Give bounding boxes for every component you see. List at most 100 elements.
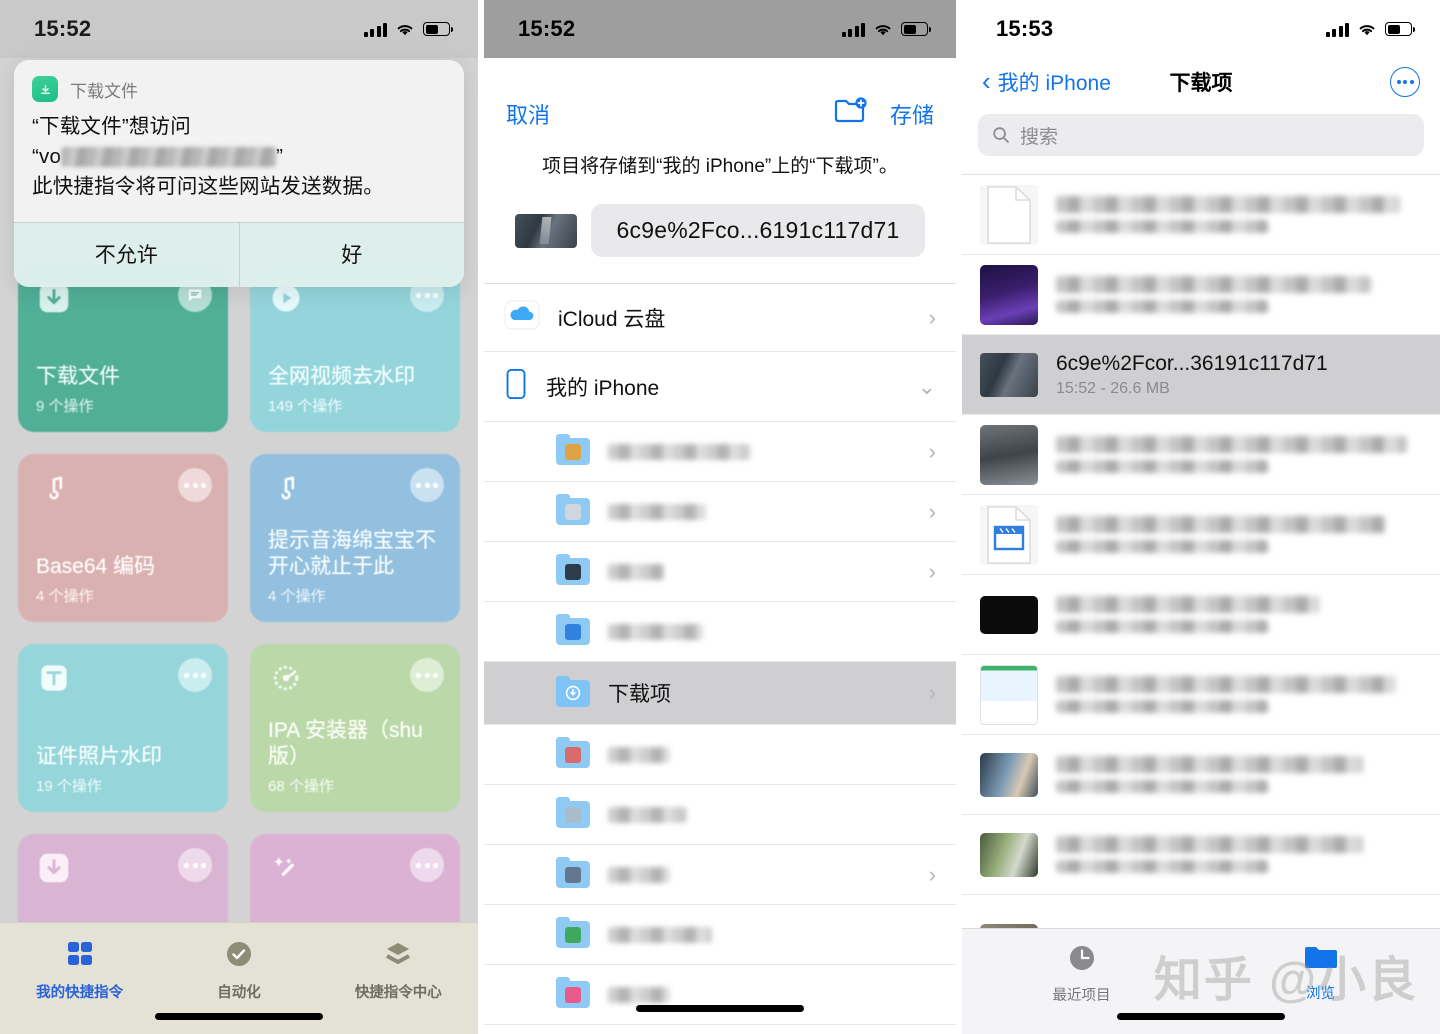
ellipsis-circle-icon[interactable] — [1390, 67, 1420, 97]
cellular-bars-icon — [841, 22, 865, 37]
shortcut-card[interactable]: 提示音海绵宝宝不开心就止于此 4 个操作 — [250, 454, 460, 622]
alert-header: 下载文件 — [14, 60, 464, 108]
file-row[interactable] — [962, 815, 1440, 895]
alert-line-1: “下载文件”想访问 — [32, 115, 191, 138]
file-name-redacted — [1056, 276, 1371, 293]
clock-check-icon — [224, 939, 254, 974]
folder-row[interactable]: › — [484, 845, 956, 905]
folder-row[interactable]: › — [484, 482, 956, 542]
phone-screenshot — [980, 264, 1038, 325]
folder-row-downloads[interactable]: 下载项 › — [484, 662, 956, 725]
alert-line-2-prefix: “vo — [32, 145, 62, 168]
tab-recents[interactable]: 最近项目 — [962, 943, 1201, 1005]
search-placeholder: 搜索 — [1020, 126, 1059, 148]
search-icon — [992, 126, 1010, 144]
file-row[interactable] — [962, 255, 1440, 335]
search-input[interactable]: 搜索 — [978, 114, 1424, 156]
ellipsis-icon[interactable] — [410, 468, 444, 502]
file-name-redacted — [1056, 436, 1408, 453]
file-name-redacted — [1056, 196, 1401, 213]
file-row[interactable] — [962, 735, 1440, 815]
cellular-bars-icon — [363, 22, 387, 37]
file-row[interactable] — [962, 175, 1440, 255]
ellipsis-icon[interactable] — [178, 848, 212, 882]
shortcut-card[interactable]: 证件照片水印 19 个操作 — [18, 644, 228, 812]
cancel-button[interactable]: 取消 — [506, 98, 550, 130]
folder-row[interactable]: › — [484, 422, 956, 482]
files-tab-bar: 最近项目 浏览 — [962, 928, 1440, 1034]
folder-row[interactable]: › — [484, 1025, 956, 1034]
download-icon — [34, 848, 74, 888]
shortcut-title: 下载文件 — [36, 365, 120, 388]
status-time: 15:52 — [34, 16, 92, 41]
tab-label: 浏览 — [1306, 986, 1335, 1002]
file-meta — [1056, 436, 1422, 473]
file-meta — [1056, 596, 1422, 633]
tab-my-shortcuts[interactable]: 我的快捷指令 — [0, 939, 159, 1002]
folder-icon — [1304, 943, 1338, 976]
alert-line-3: 此快捷指令将可问这些网站发送数据。 — [32, 175, 384, 198]
ellipsis-icon[interactable] — [410, 658, 444, 692]
shortcut-card[interactable]: 下载文件 9 个操作 — [18, 264, 228, 432]
file-name-redacted — [1056, 836, 1364, 853]
chevron-right-icon: › — [928, 304, 936, 330]
folder-name-redacted — [608, 623, 703, 640]
location-icloud-drive[interactable]: iCloud 云盘 › — [484, 284, 956, 352]
folder-icon — [556, 857, 590, 888]
sparkle-wand-icon — [266, 848, 306, 888]
battery-icon — [901, 22, 931, 36]
file-meta — [1056, 516, 1422, 553]
chevron-right-icon: › — [928, 861, 936, 887]
folder-icon — [556, 614, 590, 645]
ellipsis-icon[interactable] — [178, 658, 212, 692]
status-time: 15:52 — [518, 16, 576, 41]
deny-button[interactable]: 不允许 — [14, 223, 239, 287]
tab-automation[interactable]: 自动化 — [159, 939, 318, 1002]
shortcut-title: Base64 编码 — [36, 555, 156, 578]
file-row[interactable] — [962, 415, 1440, 495]
video-file-icon — [980, 504, 1038, 565]
tab-browse[interactable]: 浏览 — [1201, 943, 1440, 1003]
document-icon — [980, 184, 1038, 245]
sheet-description: 项目将存储到“我的 iPhone”上的“下载项”。 — [542, 156, 898, 177]
shortcut-subtitle: 149 个操作 — [268, 398, 343, 415]
shortcut-card[interactable]: 全网视频去水印 149 个操作 — [250, 264, 460, 432]
layers-icon — [383, 939, 413, 974]
file-name-input[interactable]: 6c9e%2Fco...6191c117d71 — [590, 204, 926, 257]
allow-button[interactable]: 好 — [238, 223, 465, 287]
folder-row[interactable] — [484, 905, 956, 965]
back-button[interactable]: ‹ 我的 iPhone — [982, 67, 1111, 97]
home-indicator[interactable] — [1117, 1013, 1285, 1020]
back-label: 我的 iPhone — [997, 72, 1111, 95]
save-sheet: 取消 存储 项目将存储到“我的 iPhone”上的“下载项”。 6c9e%2Fc… — [484, 76, 956, 1034]
ellipsis-icon[interactable] — [410, 848, 444, 882]
outdoor-video — [980, 832, 1038, 877]
file-row-selected[interactable]: 6c9e%2Fcor...36191c117d71 15:52 - 26.6 M… — [962, 335, 1440, 415]
folder-row[interactable] — [484, 785, 956, 845]
tab-label: 最近项目 — [1052, 988, 1111, 1004]
new-folder-icon[interactable] — [834, 96, 868, 131]
folder-row[interactable] — [484, 965, 956, 1025]
shortcut-card[interactable]: IPA 安装器（shu版） 68 个操作 — [250, 644, 460, 812]
file-row[interactable] — [962, 575, 1440, 655]
save-button[interactable]: 存储 — [890, 98, 934, 130]
file-row[interactable] — [962, 495, 1440, 575]
status-icons — [363, 22, 453, 37]
page-title: 下载项 — [1169, 72, 1233, 95]
shortcut-card[interactable]: Base64 编码 4 个操作 — [18, 454, 228, 622]
file-sub-redacted — [1056, 780, 1269, 793]
location-name: iCloud 云盘 — [558, 307, 666, 331]
tab-gallery[interactable]: 快捷指令中心 — [319, 939, 478, 1002]
home-indicator[interactable] — [155, 1013, 323, 1020]
ellipsis-icon[interactable] — [178, 468, 212, 502]
status-icons — [841, 22, 931, 37]
folder-row[interactable]: › — [484, 542, 956, 602]
location-my-iphone[interactable]: 我的 iPhone ⌄ — [484, 352, 956, 422]
file-sub-redacted — [1056, 620, 1269, 633]
file-row[interactable] — [962, 655, 1440, 735]
folder-row[interactable] — [484, 725, 956, 785]
file-row[interactable] — [962, 895, 1440, 928]
alert-line-2: “vo ” — [32, 142, 446, 172]
home-indicator[interactable] — [636, 1005, 804, 1012]
folder-row[interactable] — [484, 602, 956, 662]
